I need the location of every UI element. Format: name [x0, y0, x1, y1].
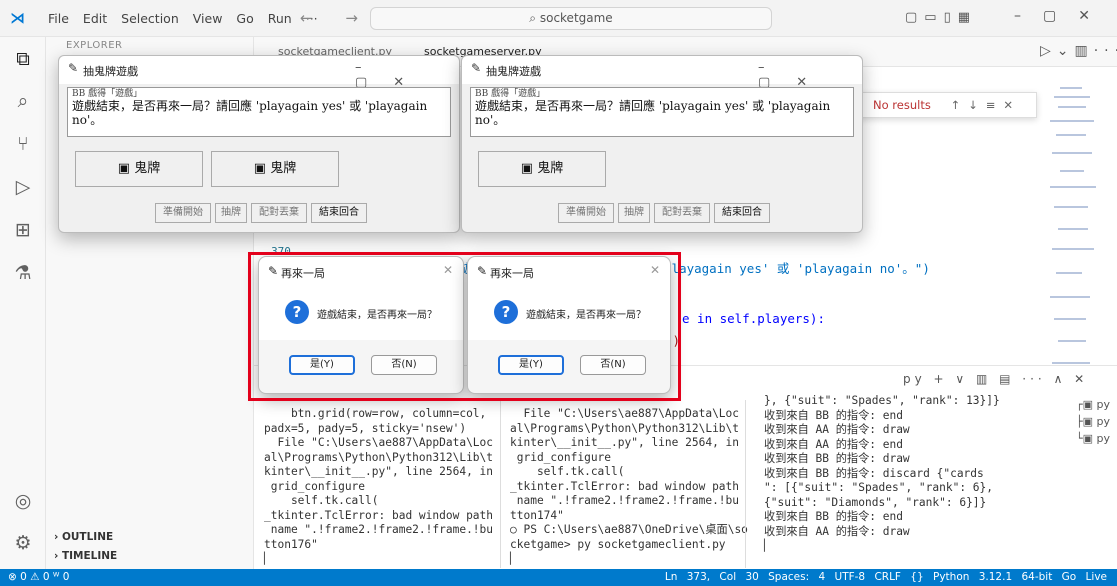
status-bar: ⊗ 0 ⚠ 0 ᵂ 0 Ln 373, Col 30 Spaces: 4 UTF…	[0, 569, 1117, 586]
feather-icon: ✎	[68, 61, 79, 75]
message-text: 遊戲結束，是否再來一局？請回應 'playagain yes' 或 'playa…	[72, 99, 428, 127]
menu-run[interactable]: Run	[268, 11, 292, 26]
outline-section[interactable]: › OUTLINE	[54, 531, 113, 543]
window-controls[interactable]: –▢✕	[1014, 8, 1112, 24]
discard-pairs-button[interactable]: 配對丟棄	[654, 203, 710, 223]
menu-bar: File Edit Selection View Go Run ···	[34, 11, 318, 26]
message-prev-line: BB 戲得「遊戲」	[475, 89, 546, 99]
terminal-pane-2[interactable]: File "C:\Users\ae887\AppData\Loc al\Prog…	[510, 407, 748, 567]
minimap[interactable]	[1040, 82, 1102, 377]
editor-actions[interactable]: ▷⌄▥···	[1040, 43, 1117, 59]
terminal-list-item[interactable]: └▣ py	[1076, 430, 1117, 447]
panel-actions[interactable]: py + ∨ ▥ ▤ ··· ∧ ✕	[903, 372, 1088, 386]
feather-icon: ✎	[471, 61, 482, 75]
chevron-right-icon: ›	[54, 550, 62, 562]
timeline-label: TIMELINE	[61, 550, 118, 562]
menu-edit[interactable]: Edit	[83, 11, 107, 26]
window-title: 抽鬼牌遊戲	[486, 65, 541, 78]
title-bar: ⋊ File Edit Selection View Go Run ··· ← …	[0, 0, 1117, 37]
extensions-icon[interactable]: ⊞	[11, 218, 35, 242]
find-widget[interactable]: No results ↑↓≡✕	[850, 92, 1037, 118]
outline-label: OUTLINE	[61, 531, 114, 543]
command-center-label: socketgame	[539, 11, 613, 25]
chevron-right-icon: ›	[54, 531, 62, 543]
pane-divider[interactable]	[745, 400, 746, 568]
command-center[interactable]: ⌕ socketgame	[370, 7, 772, 30]
card-button[interactable]: ▣ 鬼牌	[211, 151, 339, 187]
message-prev-line: BB 戲得「遊戲」	[72, 89, 143, 99]
vscode-logo-icon: ⋊	[10, 9, 25, 27]
game-window-left: ✎ 抽鬼牌遊戲 –▢✕ BB 戲得「遊戲」 遊戲結束，是否再來一局？請回應 'p…	[58, 55, 460, 233]
status-problems[interactable]: ⊗ 0 ⚠ 0 ᵂ 0	[8, 569, 69, 586]
highlight-box	[248, 252, 681, 401]
code-fragment: e in self.players):	[682, 311, 825, 326]
end-turn-button[interactable]: 結束回合	[714, 203, 770, 223]
search-icon: ⌕	[529, 11, 540, 25]
status-info[interactable]: Ln 373, Col 30 Spaces: 4 UTF-8 CRLF {} P…	[665, 569, 1107, 586]
menu-go[interactable]: Go	[236, 11, 253, 26]
terminal-list-item[interactable]: ├▣ py	[1076, 413, 1117, 430]
window-controls[interactable]: –▢✕	[355, 60, 459, 90]
terminal-pane-3[interactable]: }, {"suit": "Spades", "rank": 13}]} 收到來自…	[764, 394, 1000, 554]
terminal-list: ┌▣ py ├▣ py └▣ py	[1076, 396, 1117, 447]
terminal-list-item[interactable]: ┌▣ py	[1076, 396, 1117, 413]
run-debug-icon[interactable]: ▷	[11, 175, 35, 199]
game-window-right: ✎ 抽鬼牌遊戲 –▢✕ BB 戲得「遊戲」 遊戲結束，是否再來一局？請回應 'p…	[461, 55, 863, 233]
source-control-icon[interactable]: ⑂	[11, 132, 35, 156]
explorer-icon[interactable]: ⧉	[11, 47, 35, 71]
explorer-header: EXPLORER	[66, 40, 123, 51]
message-textbox[interactable]: BB 戲得「遊戲」 遊戲結束，是否再來一局？請回應 'playagain yes…	[470, 87, 854, 137]
search-icon[interactable]: ⌕	[11, 89, 35, 113]
menu-file[interactable]: File	[48, 11, 69, 26]
window-titlebar: ✎ 抽鬼牌遊戲 –▢✕	[59, 56, 459, 90]
account-icon[interactable]: ◎	[11, 489, 35, 513]
draw-button[interactable]: 抽牌	[215, 203, 247, 223]
card-label: 鬼牌	[134, 161, 161, 176]
card-button[interactable]: ▣ 鬼牌	[75, 151, 203, 187]
card-icon: ▣	[117, 161, 135, 176]
menu-view[interactable]: View	[193, 11, 223, 26]
window-title: 抽鬼牌遊戲	[83, 65, 138, 78]
nav-arrows-icon[interactable]: ← →	[300, 9, 372, 27]
card-icon: ▣	[253, 161, 271, 176]
window-titlebar: ✎ 抽鬼牌遊戲 –▢✕	[462, 56, 862, 90]
pane-divider[interactable]	[500, 400, 501, 568]
card-label: 鬼牌	[537, 161, 564, 176]
testing-icon[interactable]: ⚗	[11, 261, 35, 285]
draw-button[interactable]: 抽牌	[618, 203, 650, 223]
settings-gear-icon[interactable]: ⚙	[11, 531, 35, 555]
card-icon: ▣	[520, 161, 538, 176]
window-controls[interactable]: –▢✕	[758, 60, 862, 90]
find-nav-icons[interactable]: ↑↓≡✕	[950, 98, 1021, 112]
activity-bar: ⧉ ⌕ ⑂ ▷ ⊞ ⚗ ◎ ⚙	[0, 37, 46, 569]
terminal-pane-1[interactable]: btn.grid(row=row, column=col, padx=5, pa…	[264, 407, 493, 567]
layout-toggle-icons[interactable]: ▢▭▯▦	[905, 10, 977, 25]
message-textbox[interactable]: BB 戲得「遊戲」 遊戲結束，是否再來一局？請回應 'playagain yes…	[67, 87, 451, 137]
card-button[interactable]: ▣ 鬼牌	[478, 151, 606, 187]
timeline-section[interactable]: › TIMELINE	[54, 550, 117, 562]
discard-pairs-button[interactable]: 配對丟棄	[251, 203, 307, 223]
end-turn-button[interactable]: 結束回合	[311, 203, 367, 223]
ready-button[interactable]: 準備開始	[558, 203, 614, 223]
menu-selection[interactable]: Selection	[121, 11, 179, 26]
find-results: No results	[873, 98, 931, 112]
card-label: 鬼牌	[270, 161, 297, 176]
ready-button[interactable]: 準備開始	[155, 203, 211, 223]
message-text: 遊戲結束，是否再來一局？請回應 'playagain yes' 或 'playa…	[475, 99, 831, 127]
